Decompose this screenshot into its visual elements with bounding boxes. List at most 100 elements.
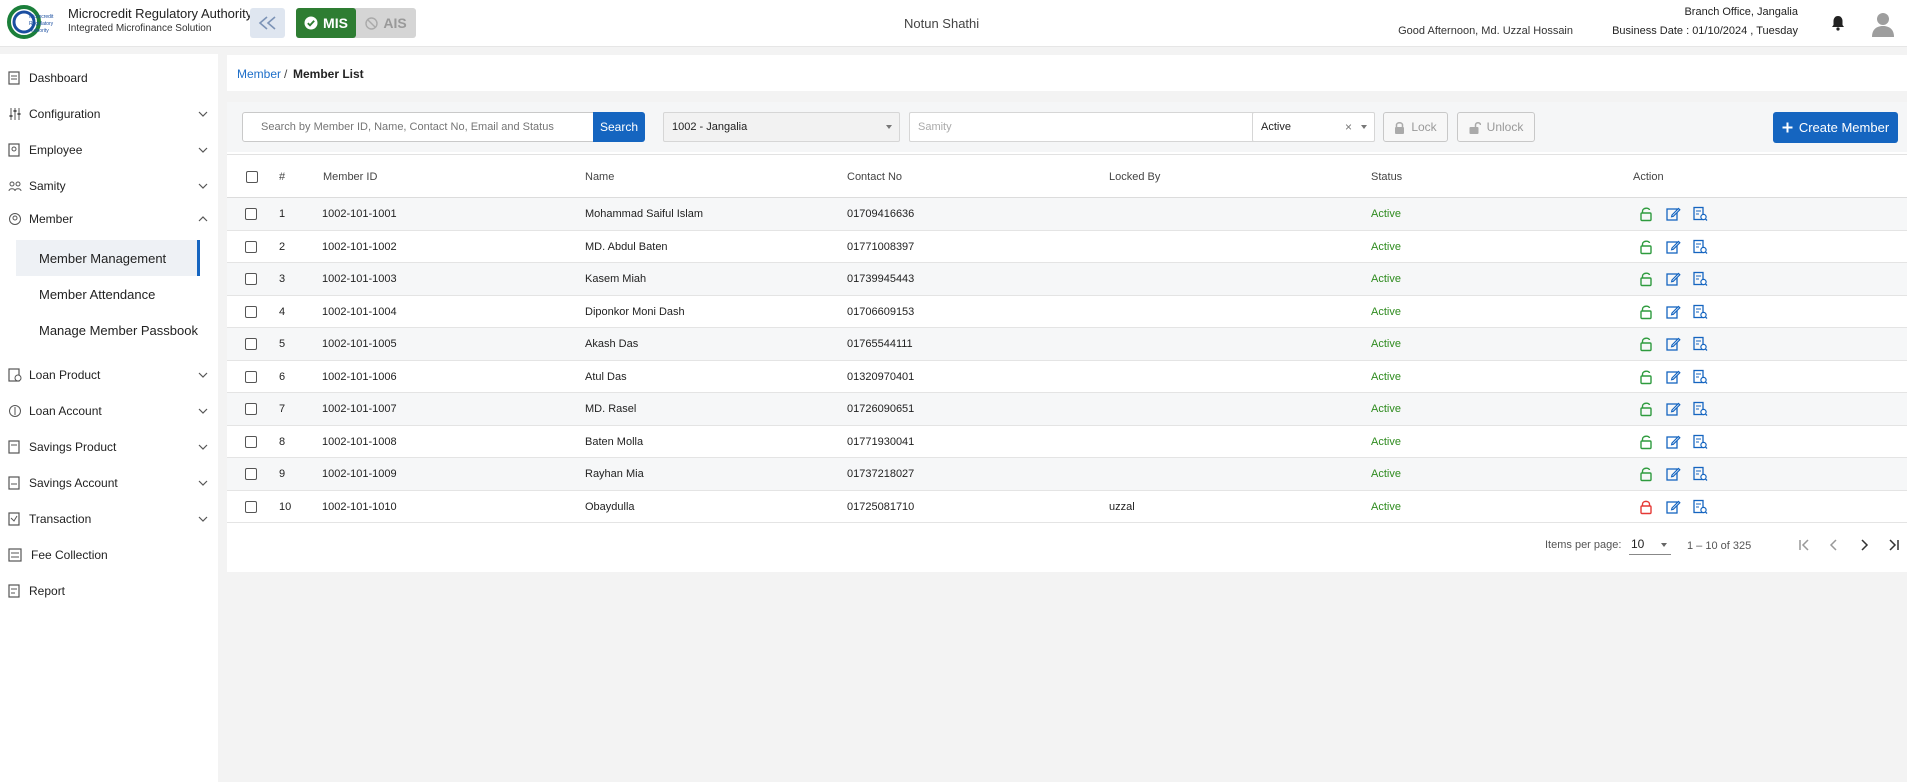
view-details-icon[interactable] [1692, 271, 1708, 287]
sidebar-item-transaction[interactable]: Transaction [0, 506, 218, 532]
clear-icon[interactable]: × [1345, 120, 1352, 134]
unlock-icon[interactable] [1638, 369, 1654, 385]
lock-button[interactable]: Lock [1383, 112, 1448, 142]
row-checkbox[interactable] [245, 273, 257, 285]
search-button[interactable]: Search [593, 112, 645, 142]
unlock-icon [1469, 121, 1481, 134]
select-all-checkbox[interactable] [246, 171, 258, 183]
sidebar-subitem-member-attendance[interactable]: Member Attendance [16, 276, 200, 312]
row-checkbox[interactable] [245, 403, 257, 415]
sidebar-item-dashboard[interactable]: Dashboard [0, 65, 218, 91]
status-select[interactable]: Active × [1252, 112, 1375, 142]
view-details-icon[interactable] [1692, 206, 1708, 222]
cell-contact: 01765544111 [847, 338, 913, 350]
chevron-up-icon [198, 216, 208, 222]
view-details-icon[interactable] [1692, 239, 1708, 255]
chevron-down-icon [198, 408, 208, 414]
view-details-icon[interactable] [1692, 401, 1708, 417]
breadcrumb-member-link[interactable]: Member [237, 67, 281, 81]
last-page-icon[interactable] [1884, 536, 1902, 554]
sidebar-collapse-button[interactable] [250, 8, 285, 38]
chevron-down-icon [198, 372, 208, 378]
sidebar-item-loan-account[interactable]: Loan Account [0, 398, 218, 424]
edit-icon[interactable] [1665, 304, 1681, 320]
cell-index: 3 [279, 273, 286, 285]
sidebar-item-label: Member [29, 212, 74, 226]
edit-icon[interactable] [1665, 434, 1681, 450]
edit-icon[interactable] [1665, 206, 1681, 222]
row-checkbox[interactable] [245, 338, 257, 350]
view-details-icon[interactable] [1692, 499, 1708, 515]
unlock-icon[interactable] [1638, 304, 1654, 320]
lock-icon[interactable] [1638, 499, 1654, 515]
edit-icon[interactable] [1665, 271, 1681, 287]
sidebar-item-savings-product[interactable]: Savings Product [0, 434, 218, 460]
unlock-icon[interactable] [1638, 434, 1654, 450]
view-details-icon[interactable] [1692, 434, 1708, 450]
edit-icon[interactable] [1665, 369, 1681, 385]
edit-icon[interactable] [1665, 336, 1681, 352]
branch-select-value: 1002 - Jangalia [672, 121, 748, 133]
sidebar-item-configuration[interactable]: Configuration [0, 101, 218, 127]
sidebar-item-samity[interactable]: Samity [0, 173, 218, 199]
row-checkbox[interactable] [245, 370, 257, 383]
unlock-icon[interactable] [1638, 466, 1654, 482]
edit-icon[interactable] [1665, 466, 1681, 482]
cell-status: Active [1371, 208, 1401, 220]
member-search-input[interactable] [242, 112, 594, 142]
samity-select[interactable]: Samity [909, 112, 1272, 142]
next-page-icon[interactable] [1855, 536, 1873, 554]
unlock-button[interactable]: Unlock [1457, 112, 1535, 142]
row-checkbox[interactable] [245, 305, 257, 318]
view-details-icon[interactable] [1692, 369, 1708, 385]
cell-member-id: 1002-101-1005 [322, 338, 397, 350]
cell-name: MD. Abdul Baten [585, 240, 668, 253]
edit-icon[interactable] [1665, 401, 1681, 417]
row-checkbox[interactable] [245, 435, 257, 448]
unlock-icon[interactable] [1638, 336, 1654, 352]
sidebar-item-report[interactable]: Report [0, 578, 218, 604]
branch-select[interactable]: 1002 - Jangalia [663, 112, 900, 142]
sidebar-subitem-member-management[interactable]: Member Management [16, 240, 200, 276]
first-page-icon[interactable] [1796, 536, 1814, 554]
pagination-range: 1 – 10 of 325 [1687, 540, 1752, 552]
row-checkbox[interactable] [245, 468, 257, 480]
cell-name: Mohammad Saiful Islam [585, 208, 703, 220]
savings-product-icon [8, 440, 20, 454]
column-header-contact: Contact No [847, 171, 903, 183]
previous-page-icon[interactable] [1825, 536, 1843, 554]
cell-status: Active [1371, 500, 1401, 513]
business-date: Business Date : 01/10/2024 , Tuesday [1612, 25, 1798, 37]
transaction-icon [8, 512, 20, 526]
bell-icon[interactable] [1831, 15, 1845, 31]
view-details-icon[interactable] [1692, 336, 1708, 352]
sidebar-item-member[interactable]: Member [0, 206, 218, 232]
row-checkbox[interactable] [245, 208, 257, 220]
mode-mis-button[interactable]: MIS [296, 8, 356, 38]
view-details-icon[interactable] [1692, 304, 1708, 320]
organization-name: Notun Shathi [904, 16, 980, 31]
sidebar-item-employee[interactable]: Employee [0, 137, 218, 163]
edit-icon[interactable] [1665, 499, 1681, 515]
unlock-icon[interactable] [1638, 271, 1654, 287]
view-details-icon[interactable] [1692, 466, 1708, 482]
create-member-button[interactable]: Create Member [1773, 112, 1898, 143]
row-checkbox[interactable] [245, 500, 257, 513]
sidebar-subitem-manage-member-passbook[interactable]: Manage Member Passbook [16, 312, 200, 348]
create-member-label: Create Member [1798, 120, 1890, 135]
dropdown-caret-icon [1361, 125, 1367, 129]
unlock-icon[interactable] [1638, 239, 1654, 255]
sidebar-item-label: Samity [29, 179, 66, 193]
sidebar-item-loan-product[interactable]: Loan Product [0, 362, 218, 388]
mode-ais-button[interactable]: AIS [356, 8, 416, 38]
unlock-icon[interactable] [1638, 401, 1654, 417]
row-checkbox[interactable] [245, 240, 257, 253]
column-header-action: Action [1633, 171, 1664, 183]
sidebar-item-fee-collection[interactable]: Fee Collection [0, 542, 218, 568]
sidebar-item-savings-account[interactable]: Savings Account [0, 470, 218, 496]
edit-icon[interactable] [1665, 239, 1681, 255]
unlock-icon[interactable] [1638, 206, 1654, 222]
plus-icon [1782, 122, 1793, 133]
user-avatar-icon[interactable] [1871, 11, 1895, 37]
items-per-page-select[interactable]: 10 [1629, 535, 1671, 555]
